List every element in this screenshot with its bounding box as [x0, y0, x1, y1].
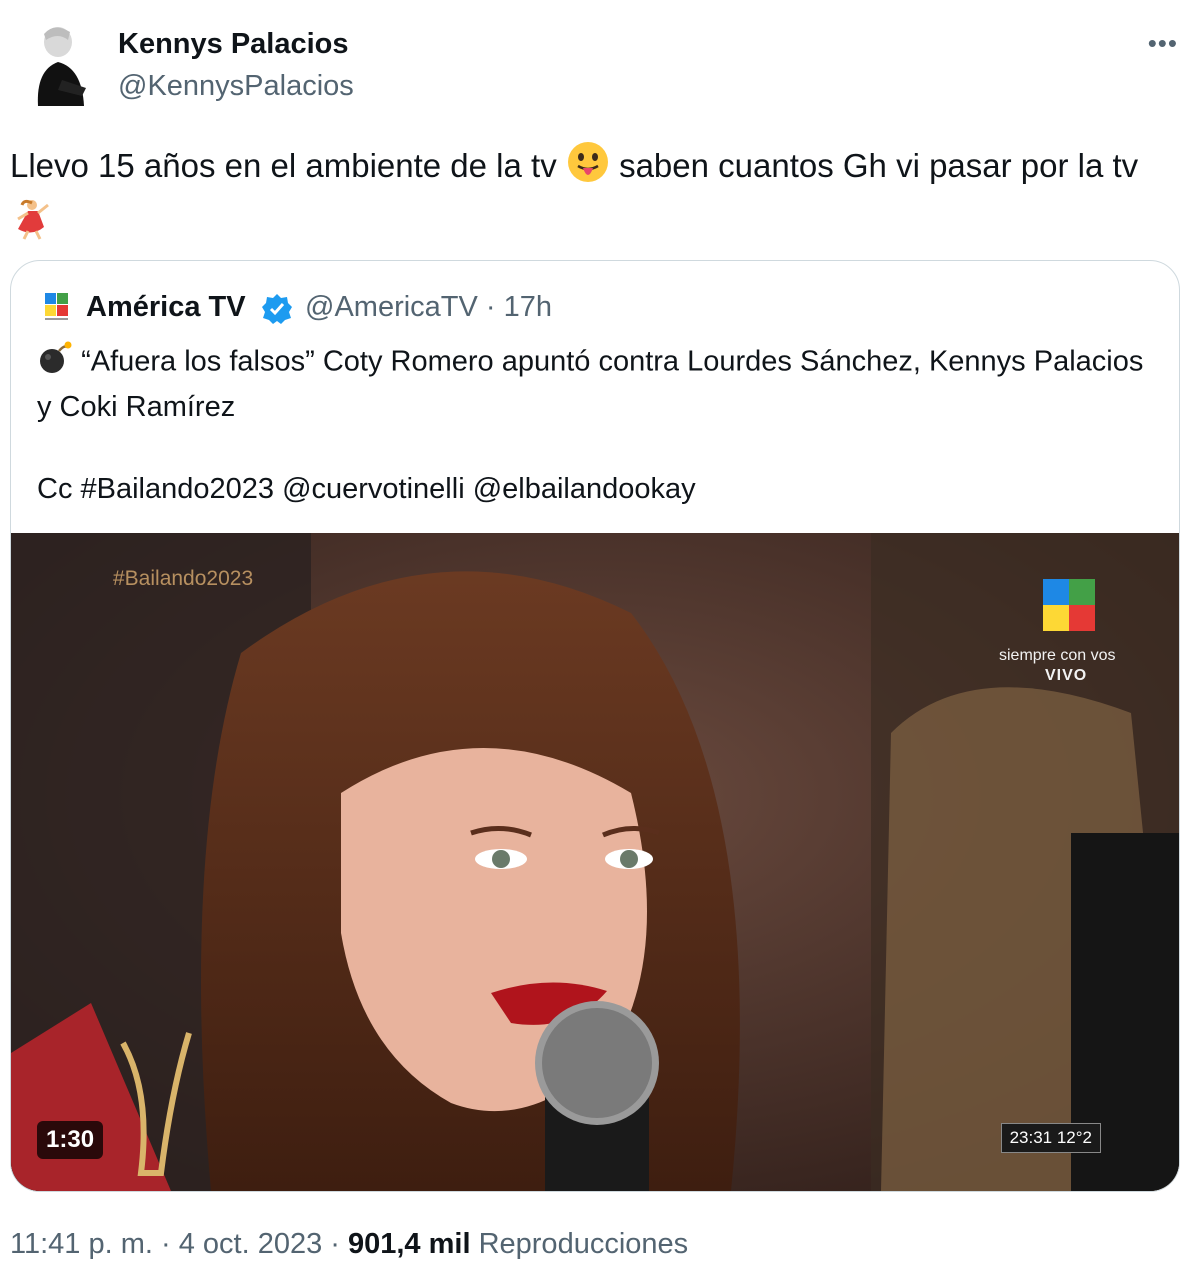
author-handle[interactable]: @KennysPalacios [118, 70, 354, 103]
bomb-icon [37, 339, 73, 387]
tweet-timestamp[interactable]: 11:41 p. m. · 4 oct. 2023 · [10, 1228, 348, 1260]
face-with-tongue-icon [566, 140, 610, 197]
tweet-text-part1: Llevo 15 años en el ambiente de la tv [10, 147, 557, 185]
quoted-author-name[interactable]: América TV [86, 291, 246, 324]
video-overlay-live: VIVO [1045, 667, 1088, 684]
video-duration-badge: 1:30 [37, 1121, 104, 1159]
quoted-tweet-card[interactable]: América TV @AmericaTV · 17h “Afuera los … [10, 260, 1180, 1192]
video-thumbnail [11, 533, 1179, 1191]
video-player[interactable]: #Bailando2023 siempre con vos VIVO 23:31… [11, 533, 1179, 1191]
views-count: 901,4 mil [347, 1228, 471, 1260]
video-overlay-slogan: siempre con vos [999, 647, 1116, 664]
video-overlay-hashtag: #Bailando2023 [113, 567, 254, 590]
more-options-icon[interactable]: ••• [1148, 28, 1178, 59]
quoted-line2: Cc #Bailando2023 @cuervotinelli @elbaila… [37, 473, 696, 505]
views-label: Reproducciones [478, 1228, 689, 1260]
tweet-footer: 11:41 p. m. · 4 oct. 2023 · 901,4 mil Re… [10, 1228, 688, 1261]
tweet-text: Llevo 15 años en el ambiente de la tv sa… [10, 140, 1170, 254]
dancer-icon [10, 197, 54, 254]
video-overlay-clock: 23:31 12°2 [1000, 1123, 1101, 1153]
verified-badge-icon [261, 293, 293, 325]
quoted-handle-time[interactable]: @AmericaTV · 17h [305, 291, 552, 324]
tweet-text-part2: saben cuantos Gh vi pasar por la tv [619, 147, 1139, 185]
quoted-text: “Afuera los falsos” Coty Romero apuntó c… [37, 339, 1157, 510]
author-name[interactable]: Kennys Palacios [118, 28, 349, 61]
quoted-line1: “Afuera los falsos” Coty Romero apuntó c… [37, 345, 1144, 423]
author-avatar[interactable] [24, 22, 94, 106]
america-tv-logo[interactable] [45, 293, 69, 321]
